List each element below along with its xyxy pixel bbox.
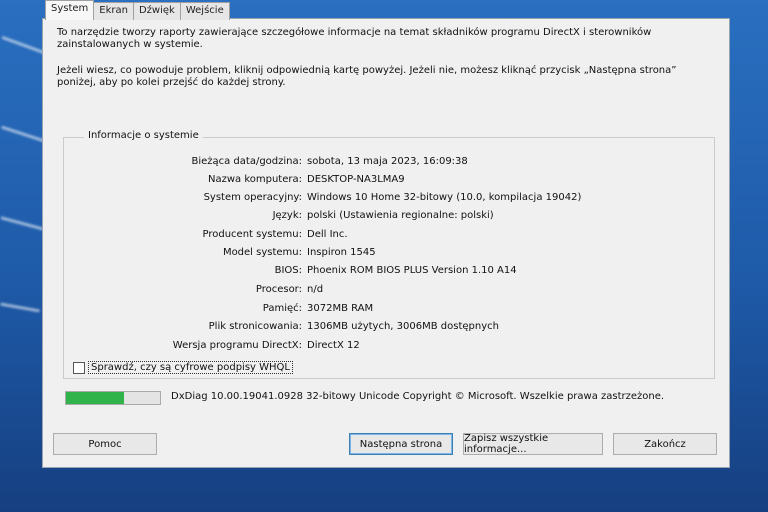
info-row-datetime: Bieżąca data/godzina: sobota, 13 maja 20…: [64, 156, 714, 170]
progress-fill: [66, 392, 125, 404]
info-label: Model systemu:: [222, 247, 302, 258]
info-value: Inspiron 1545: [307, 247, 376, 258]
info-value: 1306MB użytych, 3006MB dostępnych: [307, 321, 499, 332]
progress-bar: [65, 391, 161, 405]
info-row-directx: Wersja programu DirectX: DirectX 12: [64, 340, 714, 354]
dxdiag-window: System Ekran Dźwięk Wejście To narzędzie…: [42, 0, 730, 468]
tab-strip: System Ekran Dźwięk Wejście: [45, 0, 230, 20]
screen-glare: [0, 216, 45, 231]
info-label: Procesor:: [255, 284, 302, 295]
info-value: sobota, 13 maja 2023, 16:09:38: [307, 156, 468, 167]
save-all-info-button[interactable]: Zapisz wszystkie informacje...: [463, 433, 603, 455]
tab-sound[interactable]: Dźwięk: [132, 2, 181, 20]
screen-glare: [0, 302, 40, 313]
info-value: Phoenix ROM BIOS PLUS Version 1.10 A14: [307, 265, 517, 276]
info-label: Pamięć:: [262, 303, 302, 314]
dxdiag-version-text: DxDiag 10.00.19041.0928 32-bitowy Unicod…: [171, 391, 665, 402]
info-row-pagefile: Plik stronicowania: 1306MB użytych, 3006…: [64, 321, 714, 335]
info-row-manufacturer: Producent systemu: Dell Inc.: [64, 229, 714, 243]
intro-paragraph-1: To narzędzie tworzy raporty zawierające …: [57, 27, 652, 50]
info-row-model: Model systemu: Inspiron 1545: [64, 247, 714, 261]
info-label: Bieżąca data/godzina:: [191, 156, 302, 167]
info-value: 3072MB RAM: [307, 303, 374, 314]
info-label: Wersja programu DirectX:: [172, 340, 302, 351]
info-label: Plik stronicowania:: [208, 321, 302, 332]
info-label: Nazwa komputera:: [207, 174, 302, 185]
info-label: System operacyjny:: [203, 192, 302, 203]
exit-button[interactable]: Zakończ: [613, 433, 717, 455]
info-value: n/d: [307, 284, 324, 295]
system-info-title: Informacje o systemie: [84, 130, 203, 141]
whql-checkbox-row[interactable]: Sprawdź, czy są cyfrowe podpisy WHQL: [73, 361, 293, 374]
info-row-computer-name: Nazwa komputera: DESKTOP-NA3LMA9: [64, 174, 714, 188]
whql-label[interactable]: Sprawdź, czy są cyfrowe podpisy WHQL: [88, 361, 293, 374]
info-value: Windows 10 Home 32-bitowy (10.0, kompila…: [307, 192, 582, 203]
intro-text: To narzędzie tworzy raporty zawierające …: [57, 27, 707, 103]
system-info-group: Informacje o systemie Bieżąca data/godzi…: [63, 130, 715, 379]
info-value: polski (Ustawienia regionalne: polski): [307, 210, 494, 221]
info-label: BIOS:: [274, 265, 302, 276]
info-value: DirectX 12: [307, 340, 360, 351]
info-row-bios: BIOS: Phoenix ROM BIOS PLUS Version 1.10…: [64, 265, 714, 279]
intro-paragraph-2: Jeżeli wiesz, co powoduje problem, klikn…: [57, 65, 677, 88]
info-row-os: System operacyjny: Windows 10 Home 32-bi…: [64, 192, 714, 206]
info-value: Dell Inc.: [307, 229, 348, 240]
info-row-processor: Procesor: n/d: [64, 284, 714, 298]
help-button[interactable]: Pomoc: [53, 433, 157, 455]
info-row-memory: Pamięć: 3072MB RAM: [64, 303, 714, 317]
tab-input[interactable]: Wejście: [179, 2, 230, 20]
whql-checkbox[interactable]: [73, 361, 85, 374]
tab-display[interactable]: Ekran: [93, 2, 134, 20]
next-page-button[interactable]: Następna strona: [349, 433, 453, 455]
tab-system[interactable]: System: [45, 0, 95, 20]
info-label: Producent systemu:: [202, 229, 303, 240]
info-value: DESKTOP-NA3LMA9: [307, 174, 405, 185]
info-label: Język:: [272, 210, 302, 221]
info-row-language: Język: polski (Ustawienia regionalne: po…: [64, 210, 714, 224]
